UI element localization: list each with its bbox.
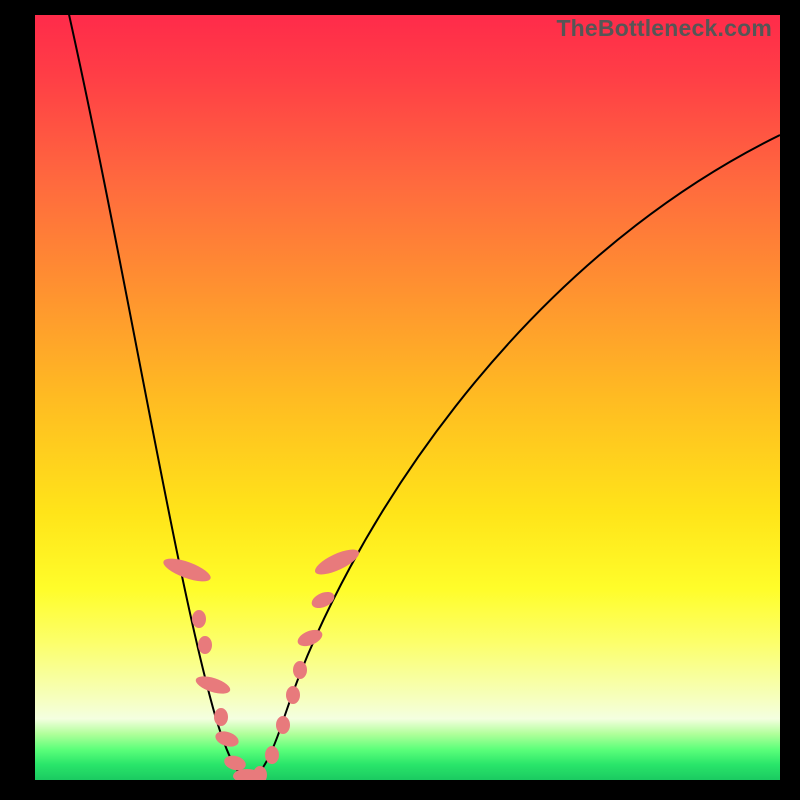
curve-marker	[309, 589, 337, 612]
curve-marker	[194, 673, 233, 697]
curve-marker	[293, 661, 307, 679]
curve-marker	[161, 554, 213, 586]
curve-marker	[286, 686, 300, 704]
bottleneck-curve	[68, 15, 780, 778]
curve-marker	[295, 627, 324, 650]
curve-marker	[253, 766, 267, 780]
curve-marker	[192, 610, 206, 628]
curve-marker	[265, 746, 279, 764]
curve-marker	[276, 716, 290, 734]
curve-marker	[198, 636, 212, 654]
curve-marker	[214, 708, 228, 726]
curve-marker	[213, 729, 240, 750]
curve-marker	[312, 545, 362, 580]
chart-plot-area: TheBottleneck.com	[35, 15, 780, 780]
chart-svg	[35, 15, 780, 780]
